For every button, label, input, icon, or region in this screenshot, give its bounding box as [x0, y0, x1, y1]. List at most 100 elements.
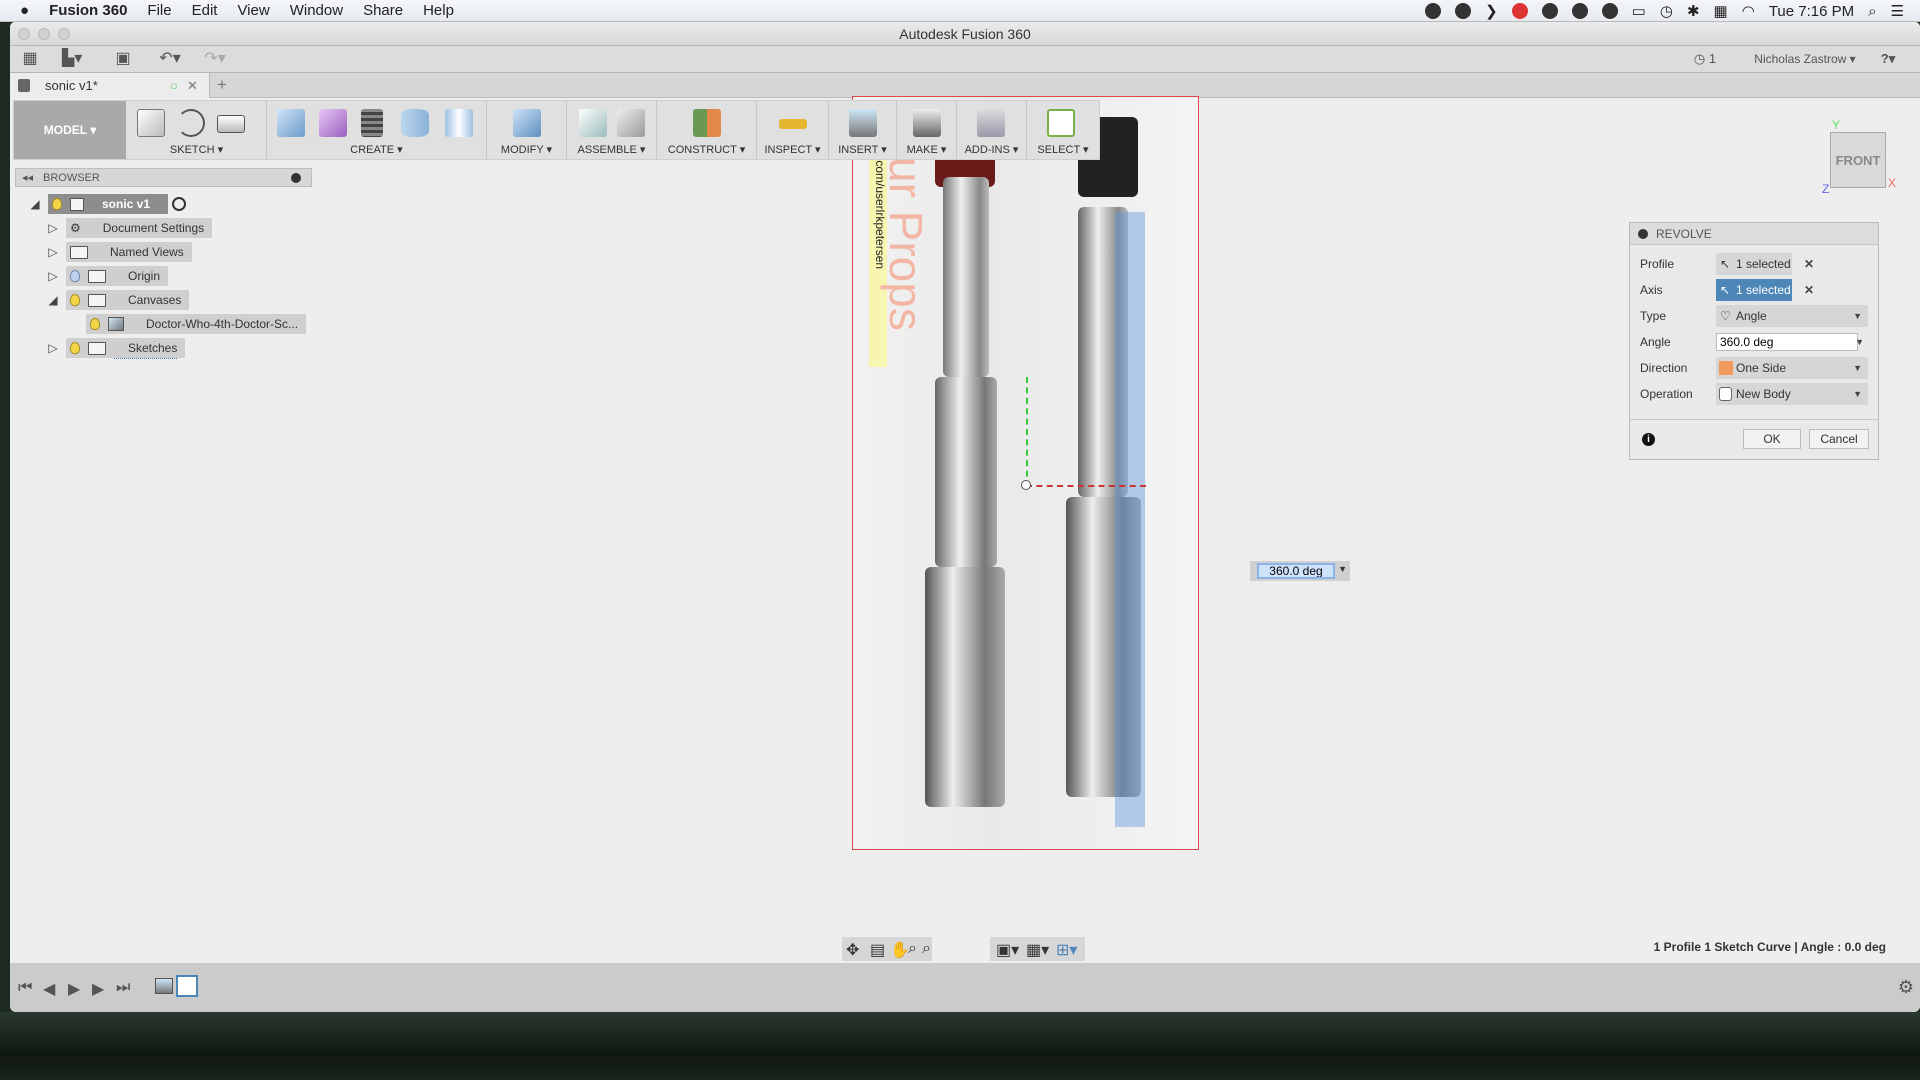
tree-item-origin[interactable]: ▷ Origin — [46, 266, 169, 286]
speech-icon[interactable] — [1601, 3, 1618, 19]
step-back-icon[interactable]: ◀ — [43, 979, 55, 999]
create-form-icon[interactable] — [319, 109, 347, 137]
record-icon[interactable] — [1425, 3, 1442, 19]
timeline-settings-gear-icon[interactable]: ⚙ — [1898, 977, 1914, 998]
cloud-upload-icon[interactable] — [1455, 3, 1472, 19]
visibility-bulb-icon[interactable] — [52, 198, 62, 210]
angle-value-input[interactable] — [1257, 563, 1335, 579]
bluetooth-icon[interactable]: ✱ — [1687, 2, 1700, 20]
tree-root[interactable]: ◢ sonic v1 — [28, 194, 187, 214]
view-cube-face[interactable]: FRONT — [1836, 153, 1881, 168]
construct-menu[interactable]: CONSTRUCT ▾ — [657, 143, 756, 156]
play-icon[interactable]: ▶ — [68, 979, 80, 999]
go-to-end-icon[interactable]: ⏭ — [116, 979, 130, 997]
keyboard-icon[interactable]: ▦ — [1714, 2, 1728, 20]
arc-icon[interactable] — [177, 109, 205, 137]
mirror-icon[interactable] — [445, 109, 473, 137]
scripts-icon[interactable] — [977, 109, 1005, 137]
ok-button[interactable]: OK — [1743, 429, 1801, 449]
tree-item-canvases[interactable]: ◢ Canvases — [46, 290, 190, 310]
rectangle-icon[interactable] — [217, 115, 245, 133]
operation-dropdown[interactable]: New Body ▼ — [1716, 383, 1868, 405]
measure-icon[interactable] — [779, 119, 807, 129]
joint-icon[interactable] — [617, 109, 645, 137]
new-component-icon[interactable] — [579, 109, 607, 137]
visibility-bulb-icon[interactable] — [70, 342, 80, 354]
expand-triangle-icon[interactable]: ▷ — [46, 266, 60, 286]
display-settings-icon[interactable]: ▣▾ — [996, 940, 1019, 960]
chevron-right-icon[interactable]: ❯ — [1485, 2, 1498, 20]
new-tab-button[interactable]: + — [217, 75, 227, 95]
creative-cloud-icon[interactable] — [1511, 3, 1528, 19]
data-panel-grid-icon[interactable]: ▦ — [20, 50, 40, 68]
axis-selector[interactable]: ↖ 1 selected — [1716, 279, 1792, 301]
extrude-icon[interactable] — [277, 109, 305, 137]
tree-item-sketches[interactable]: ▷ Sketches — [46, 338, 186, 359]
tree-item-document-settings[interactable]: ▷ ⚙ Document Settings — [46, 218, 213, 238]
collapse-triangle-icon[interactable]: ◢ — [46, 290, 60, 310]
tab-sonic-v1[interactable]: sonic v1* ○ ✕ — [10, 73, 210, 98]
file-menu-icon[interactable]: ▙▾ — [62, 50, 82, 68]
apps-icon[interactable] — [1571, 3, 1588, 19]
step-forward-icon[interactable]: ▶ — [92, 979, 104, 999]
viewports-icon[interactable]: ⊞▾ — [1056, 940, 1077, 960]
visibility-bulb-icon[interactable] — [90, 318, 100, 330]
visibility-bulb-icon[interactable] — [70, 270, 80, 282]
zoom-window-icon[interactable]: ⌕ — [922, 940, 931, 958]
press-pull-icon[interactable] — [513, 109, 541, 137]
angle-dropdown-icon[interactable]: ▼ — [1855, 331, 1864, 353]
modify-menu[interactable]: MODIFY ▾ — [487, 143, 566, 156]
3d-print-icon[interactable] — [913, 109, 941, 137]
zoom-icon[interactable]: ⌕ — [908, 940, 917, 958]
close-window-button[interactable] — [18, 28, 30, 40]
angle-input[interactable] — [1716, 333, 1858, 351]
timeline-sketch-feature-icon[interactable] — [176, 975, 198, 997]
view-cube[interactable]: FRONT — [1830, 132, 1886, 188]
timeline-canvas-feature-icon[interactable] — [155, 978, 173, 994]
menu-app[interactable]: Fusion 360 — [49, 2, 127, 19]
apple-icon[interactable]: ● — [20, 2, 29, 19]
direction-dropdown[interactable]: One Side ▼ — [1716, 357, 1868, 379]
insert-canvas-icon[interactable] — [849, 109, 877, 137]
select-menu[interactable]: SELECT ▾ — [1027, 143, 1099, 156]
expand-triangle-icon[interactable]: ▷ — [46, 218, 60, 238]
pan-hand-icon[interactable]: ✋ — [890, 940, 910, 960]
grid-icon[interactable]: ▦▾ — [1026, 940, 1049, 960]
activate-radio-icon[interactable] — [172, 197, 187, 211]
expand-triangle-icon[interactable]: ▷ — [46, 242, 60, 262]
menu-file[interactable]: File — [147, 2, 171, 19]
time-machine-icon[interactable]: ◷ — [1660, 2, 1673, 20]
vpn-icon[interactable] — [1541, 3, 1558, 19]
save-icon[interactable]: ▣ — [113, 50, 133, 68]
create-sketch-icon[interactable] — [137, 109, 165, 137]
expand-triangle-icon[interactable]: ▷ — [46, 338, 60, 358]
help-button[interactable]: ?▾ — [1875, 50, 1901, 68]
offset-plane-icon[interactable] — [693, 109, 721, 137]
clock[interactable]: Tue 7:16 PM — [1769, 3, 1854, 20]
select-icon[interactable] — [1047, 109, 1075, 137]
collapse-triangle-icon[interactable]: ◢ — [28, 194, 42, 214]
notification-center-icon[interactable]: ☰ — [1891, 2, 1904, 20]
insert-menu[interactable]: INSERT ▾ — [829, 143, 896, 156]
close-tab-button[interactable]: ✕ — [187, 73, 198, 98]
user-menu[interactable]: Nicholas Zastrow ▾ — [1750, 50, 1860, 68]
create-menu[interactable]: CREATE ▾ — [267, 143, 486, 156]
clear-profile-button[interactable]: ✕ — [1804, 253, 1814, 275]
menu-view[interactable]: View — [237, 2, 269, 19]
wifi-icon[interactable]: ◠ — [1742, 2, 1755, 20]
browser-minimize-icon[interactable] — [291, 173, 301, 183]
collapse-browser-icon[interactable]: ◂◂ — [22, 169, 33, 187]
cylinder-icon[interactable] — [401, 109, 429, 137]
display-icon[interactable]: ▭ — [1632, 2, 1646, 20]
workspace-switcher[interactable]: MODEL ▾ — [14, 101, 126, 159]
info-icon[interactable]: i — [1642, 433, 1655, 446]
undo-icon[interactable]: ↶▾ — [155, 50, 185, 68]
menu-window[interactable]: Window — [290, 2, 343, 19]
profile-selector[interactable]: ↖ 1 selected — [1716, 253, 1792, 275]
orbit-icon[interactable]: ✥ — [846, 940, 859, 960]
chevron-down-icon[interactable]: ▼ — [1338, 564, 1347, 574]
spotlight-icon[interactable]: ⌕ — [1868, 3, 1876, 20]
sketch-menu[interactable]: SKETCH ▾ — [127, 143, 266, 156]
menu-edit[interactable]: Edit — [192, 2, 218, 19]
menu-help[interactable]: Help — [423, 2, 454, 19]
